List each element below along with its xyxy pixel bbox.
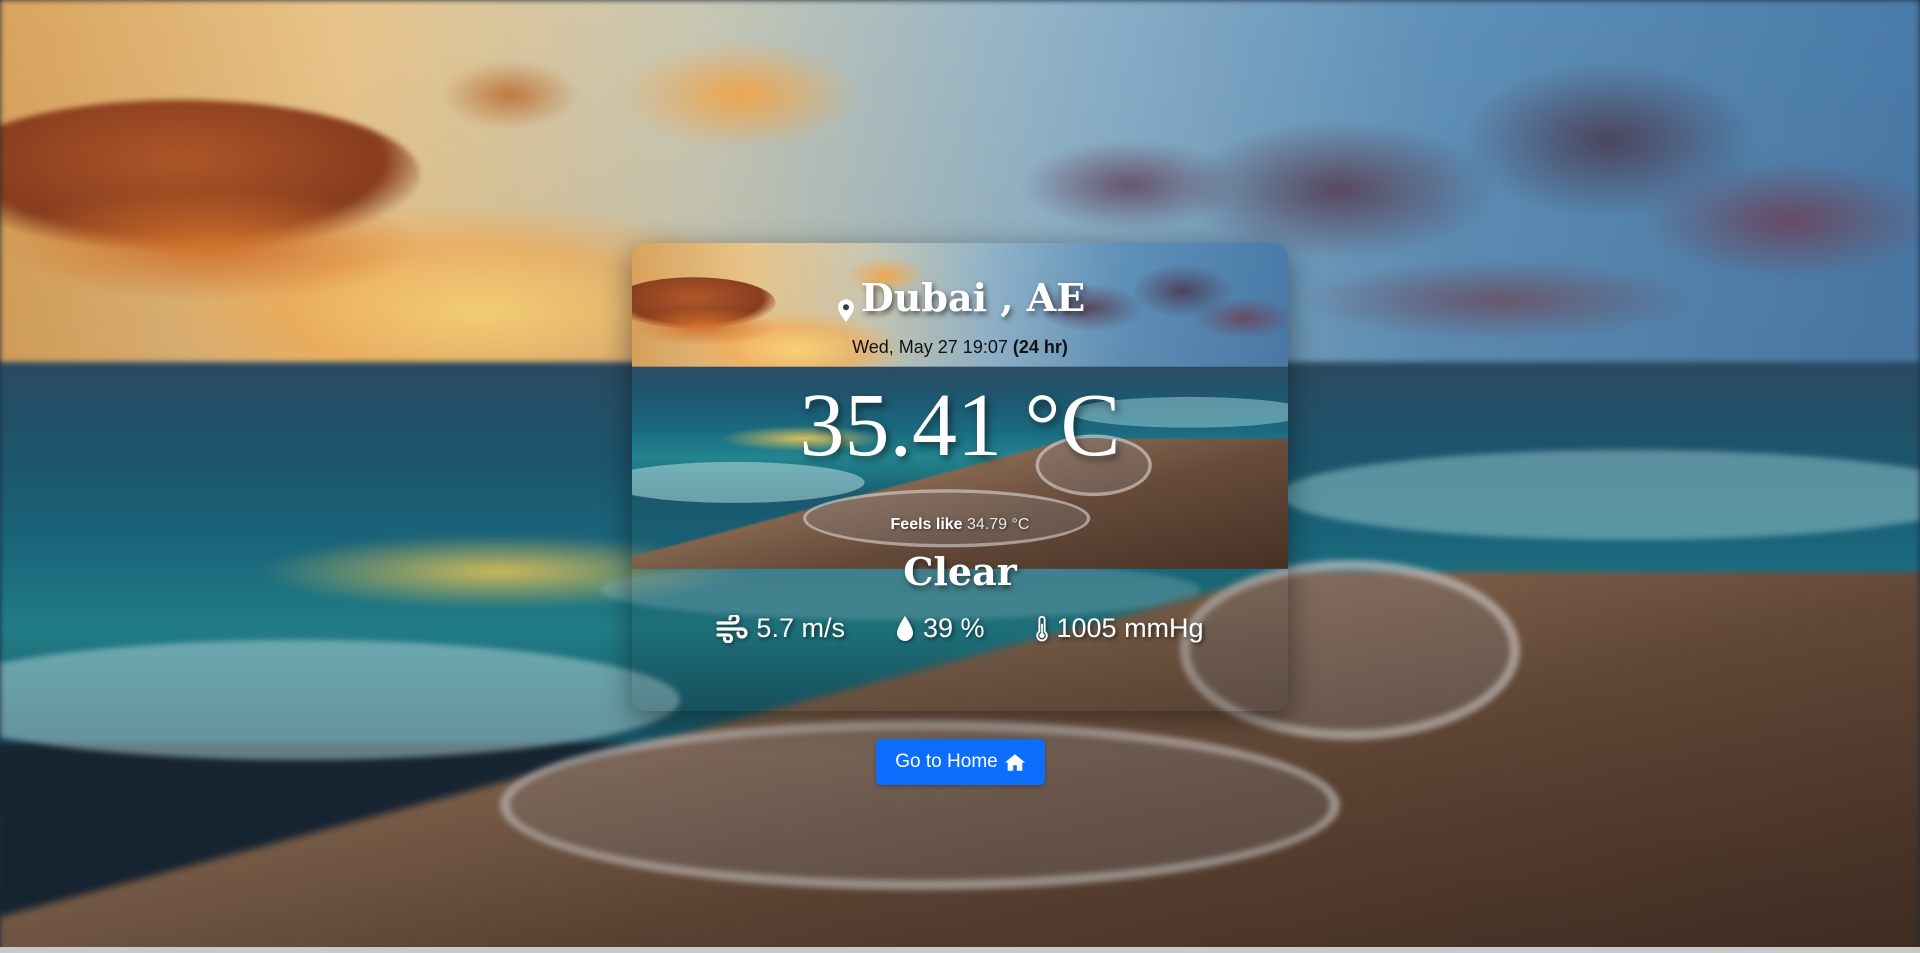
temperature-value: 35.41 °C (799, 376, 1121, 475)
weather-card: Dubai , AE Wed, May 27 19:07 (24 hr) 35.… (632, 243, 1288, 711)
home-icon (1004, 753, 1025, 771)
humidity-stat: 39 % (895, 613, 985, 644)
humidity-value: 39 % (922, 613, 985, 643)
weather-condition: Clear (903, 549, 1017, 594)
location-text: Dubai , AE (860, 275, 1086, 320)
window-bottom-edge (0, 947, 1920, 953)
map-pin-icon (835, 288, 857, 322)
thermometer-icon (1035, 615, 1048, 641)
feels-like-label: Feels like (890, 516, 963, 533)
datetime-text: Wed, May 27 19:07 (852, 337, 1008, 357)
location-heading: Dubai , AE (632, 275, 1288, 322)
droplet-icon (896, 615, 913, 641)
weather-page: Dubai , AE Wed, May 27 19:07 (24 hr) 35.… (0, 0, 1920, 953)
feels-like: Feels like 34.79 °C (632, 516, 1288, 534)
time-format-label: (24 hr) (1012, 337, 1068, 357)
wind-value: 5.7 m/s (756, 613, 845, 643)
wind-stat: 5.7 m/s (716, 613, 845, 644)
pressure-value: 1005 mmHg (1056, 613, 1204, 643)
feels-like-value: 34.79 °C (967, 516, 1030, 533)
date-time: Wed, May 27 19:07 (24 hr) (632, 337, 1288, 358)
wind-icon (716, 614, 748, 643)
weather-stats: 5.7 m/s 39 % 1005 mmHg (632, 613, 1288, 644)
pressure-stat: 1005 mmHg (1035, 613, 1204, 644)
go-home-button[interactable]: Go to Home (876, 739, 1045, 785)
go-home-label: Go to Home (895, 751, 998, 772)
